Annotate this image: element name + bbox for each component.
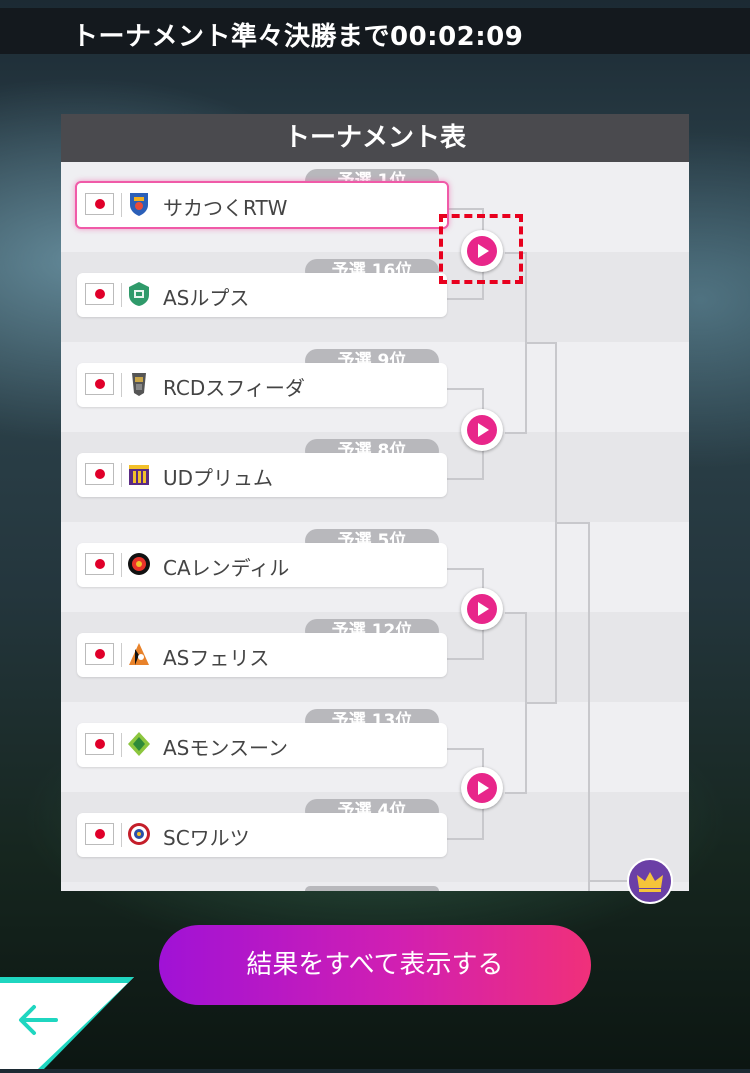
team-card-ud-plume[interactable]: UDプリュム bbox=[77, 453, 447, 497]
japan-flag-icon bbox=[85, 643, 114, 665]
bracket-line bbox=[447, 298, 483, 300]
bracket-line bbox=[505, 612, 527, 614]
highlight-box bbox=[439, 214, 523, 284]
team-card-saka-tsuku-rtw[interactable]: サカつくRTW bbox=[75, 181, 449, 229]
team-card-as-felis[interactable]: ASフェリス bbox=[77, 633, 447, 677]
japan-flag-icon bbox=[85, 553, 114, 575]
play-match-button-3[interactable] bbox=[461, 588, 503, 630]
bracket-line bbox=[447, 478, 483, 480]
team-emblem-icon bbox=[128, 823, 150, 845]
team-card-rcd-sfida[interactable]: RCDスフィーダ bbox=[77, 363, 447, 407]
team-card-ca-rendil[interactable]: CAレンディル bbox=[77, 543, 447, 587]
bracket-area: 予選 1位 サカつくRTW 予選 16位 ASルプス 予選 9位 RCDスフィー… bbox=[61, 162, 689, 891]
show-all-results-button[interactable]: 結果をすべて表示する bbox=[159, 925, 591, 1005]
japan-flag-icon bbox=[85, 283, 114, 305]
rank-badge-partial bbox=[305, 886, 439, 891]
team-emblem-icon bbox=[130, 193, 148, 216]
play-icon bbox=[467, 594, 497, 624]
back-button[interactable] bbox=[0, 977, 134, 1069]
bracket-line bbox=[447, 658, 483, 660]
play-icon bbox=[467, 415, 497, 445]
team-card-as-monsoon[interactable]: ASモンスーン bbox=[77, 723, 447, 767]
bracket-line bbox=[447, 568, 483, 570]
bracket-line bbox=[505, 432, 527, 434]
team-emblem-icon bbox=[129, 282, 149, 306]
japan-flag-icon bbox=[85, 733, 114, 755]
team-name: ASルプス bbox=[163, 286, 250, 310]
bracket-line bbox=[447, 838, 483, 840]
countdown-text: トーナメント準々決勝まで00:02:09 bbox=[72, 22, 524, 52]
team-emblem-icon bbox=[129, 643, 149, 665]
team-emblem-icon bbox=[129, 465, 149, 485]
team-emblem-icon bbox=[132, 373, 146, 396]
play-match-button-2[interactable] bbox=[461, 409, 503, 451]
bracket-line bbox=[555, 522, 589, 524]
countdown-bar: トーナメント準々決勝まで00:02:09 bbox=[0, 8, 750, 54]
bracket-line bbox=[447, 388, 483, 390]
japan-flag-icon bbox=[85, 823, 114, 845]
team-name: RCDスフィーダ bbox=[163, 376, 305, 400]
team-name: CAレンディル bbox=[163, 556, 290, 580]
panel-title: トーナメント表 bbox=[61, 114, 689, 162]
team-name: ASフェリス bbox=[163, 646, 270, 670]
play-icon bbox=[467, 773, 497, 803]
bracket-line bbox=[525, 342, 557, 344]
japan-flag-icon bbox=[85, 463, 114, 485]
team-name: ASモンスーン bbox=[163, 736, 288, 760]
play-match-button-4[interactable] bbox=[461, 767, 503, 809]
japan-flag-icon bbox=[85, 373, 114, 395]
team-emblem-icon bbox=[128, 732, 150, 756]
bracket-line bbox=[505, 792, 527, 794]
bracket-line bbox=[447, 208, 483, 210]
team-name: サカつくRTW bbox=[163, 196, 288, 220]
crown-icon bbox=[627, 858, 673, 904]
team-card-as-lupus[interactable]: ASルプス bbox=[77, 273, 447, 317]
left-arrow-icon bbox=[19, 1005, 58, 1035]
team-name: UDプリュム bbox=[163, 466, 274, 490]
japan-flag-icon bbox=[85, 193, 114, 215]
team-emblem-icon bbox=[128, 553, 150, 575]
bracket-line bbox=[525, 702, 557, 704]
tournament-panel: トーナメント表 サカつくRTW 予選 16位 ASルプス 予選 9位 RCDスフ… bbox=[61, 114, 689, 891]
team-name: SCワルツ bbox=[163, 826, 250, 850]
bracket-line bbox=[447, 748, 483, 750]
team-card-sc-waltz[interactable]: SCワルツ bbox=[77, 813, 447, 857]
bracket-line bbox=[588, 522, 590, 891]
bracket-line bbox=[588, 880, 628, 882]
